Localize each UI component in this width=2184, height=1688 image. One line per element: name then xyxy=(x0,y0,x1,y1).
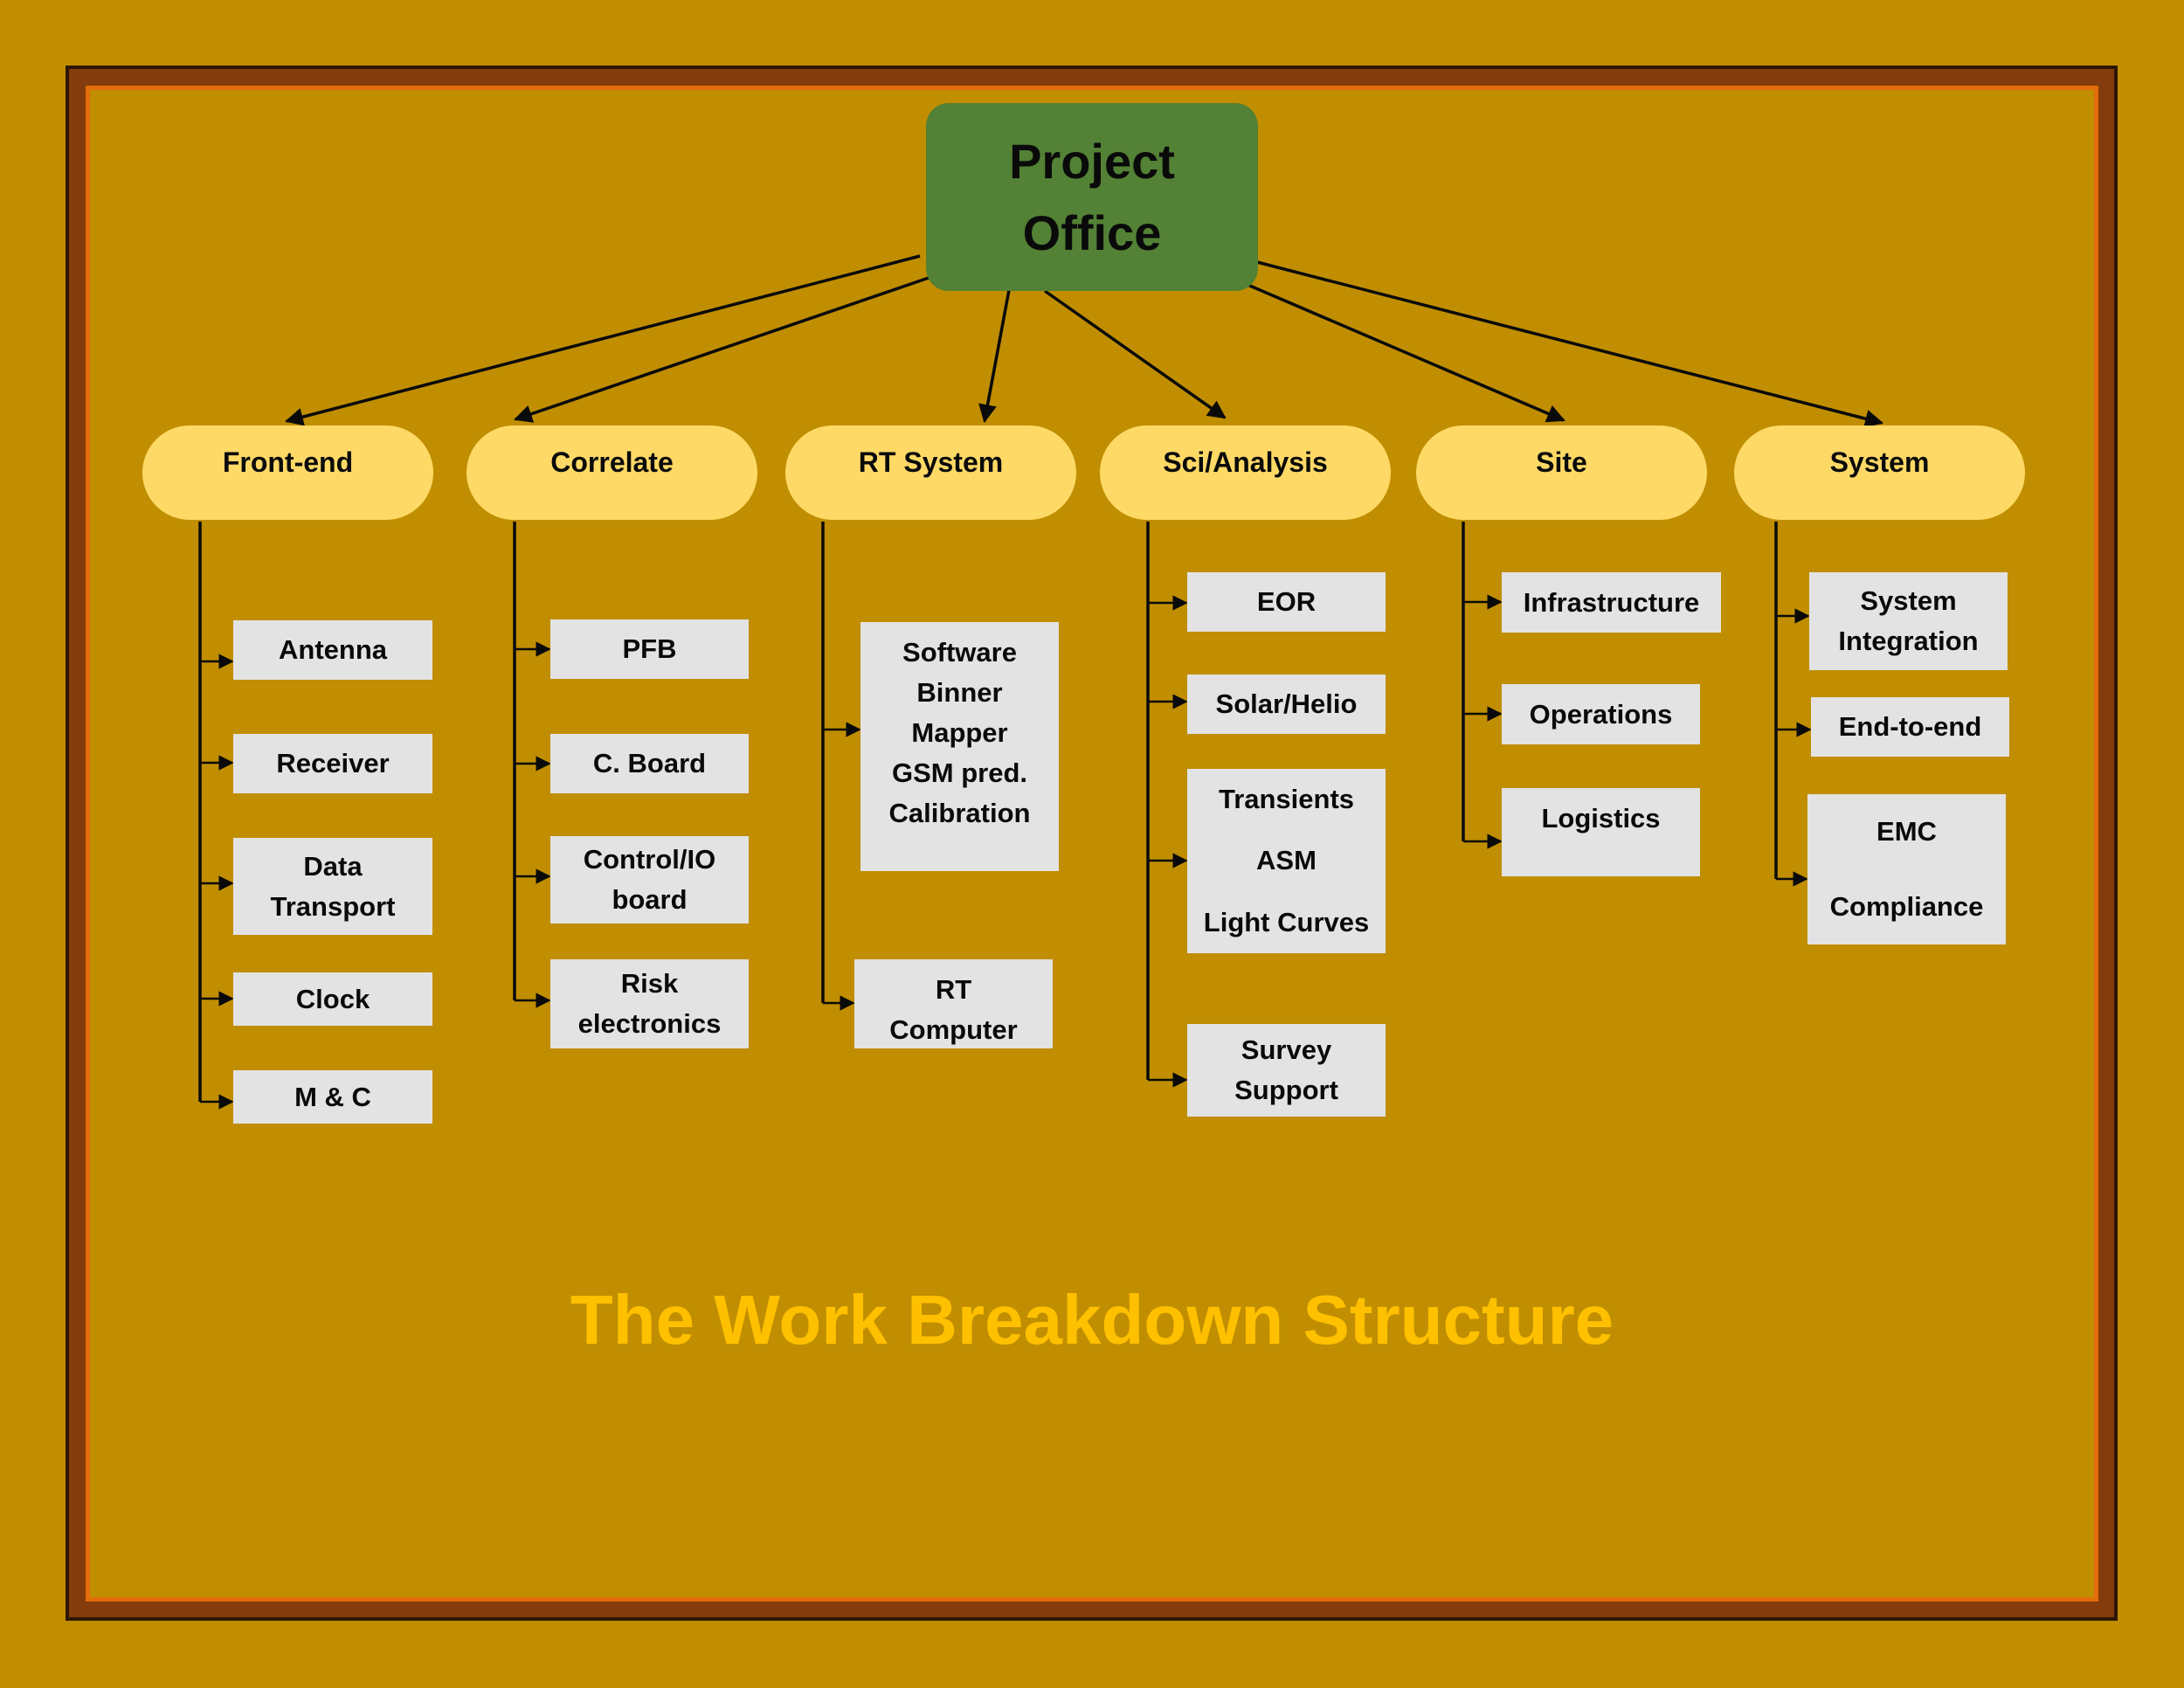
task-label: System xyxy=(1860,585,1957,616)
category-label: RT System xyxy=(858,446,1004,478)
task-label: Light Curves xyxy=(1203,906,1370,937)
task-risk-electronics[interactable]: Risk electronics xyxy=(550,959,749,1048)
task-system-integration[interactable]: System Integration xyxy=(1809,572,2008,670)
category-correlate[interactable]: Correlate xyxy=(467,425,757,520)
task-label: Transport xyxy=(270,890,396,922)
task-label: Integration xyxy=(1838,626,1979,656)
task-antenna[interactable]: Antenna xyxy=(233,620,432,680)
project-office-node[interactable]: Project Office xyxy=(926,103,1258,291)
category-label: Sci/Analysis xyxy=(1163,446,1328,478)
task-label: EMC xyxy=(1876,816,1937,847)
category-front-end[interactable]: Front-end xyxy=(142,425,433,520)
task-label: RT xyxy=(935,974,972,1005)
task-pfb[interactable]: PFB xyxy=(550,619,749,679)
task-solar-helio[interactable]: Solar/Helio xyxy=(1187,675,1386,734)
task-transients[interactable]: Transients ASM Light Curves xyxy=(1187,769,1386,953)
task-label: Software xyxy=(902,637,1017,668)
diagram-title: The Work Breakdown Structure xyxy=(570,1281,1614,1359)
category-system[interactable]: System xyxy=(1734,425,2025,520)
task-receiver[interactable]: Receiver xyxy=(233,734,432,793)
task-label: board xyxy=(612,884,688,915)
task-label: Data xyxy=(303,850,363,882)
task-label: Support xyxy=(1234,1075,1338,1105)
task-label: Control/IO xyxy=(583,844,716,875)
task-data-transport[interactable]: Data Transport xyxy=(233,838,432,935)
task-operations[interactable]: Operations xyxy=(1502,684,1700,744)
task-end-to-end[interactable]: End-to-end xyxy=(1811,697,2009,757)
task-software[interactable]: Software Binner Mapper GSM pred. Calibra… xyxy=(860,622,1059,871)
task-label: Computer xyxy=(889,1014,1018,1045)
category-label: Site xyxy=(1536,446,1587,478)
task-label: Antenna xyxy=(279,634,387,665)
task-label: EOR xyxy=(1256,586,1317,617)
project-office-label-line-2: Office xyxy=(1022,204,1162,260)
task-label: C. Board xyxy=(592,748,707,778)
task-label: Binner xyxy=(916,677,1003,708)
task-label: Risk xyxy=(620,968,679,999)
task-label: ASM xyxy=(1256,845,1317,876)
task-eor[interactable]: EOR xyxy=(1187,572,1386,632)
project-office-label-line-1: Project xyxy=(1009,133,1175,189)
task-label: electronics xyxy=(577,1008,722,1039)
task-label: GSM pred. xyxy=(891,758,1027,788)
task-c-board[interactable]: C. Board xyxy=(550,734,749,793)
task-label: End-to-end xyxy=(1838,711,1982,742)
task-label: Solar/Helio xyxy=(1215,688,1358,719)
task-rt-computer[interactable]: RT Computer xyxy=(854,959,1053,1048)
task-survey-support[interactable]: Survey Support xyxy=(1187,1024,1386,1117)
task-label: Survey xyxy=(1241,1034,1332,1065)
task-label: Operations xyxy=(1529,698,1673,730)
category-label: Front-end xyxy=(222,446,354,478)
task-label: M & C xyxy=(294,1081,371,1112)
category-label: Correlate xyxy=(550,446,674,478)
category-site[interactable]: Site xyxy=(1416,425,1707,520)
task-m-and-c[interactable]: M & C xyxy=(233,1070,432,1124)
task-label: Transients xyxy=(1218,784,1355,815)
task-label: Compliance xyxy=(1829,891,1984,922)
task-control-io-board[interactable]: Control/IO board xyxy=(550,836,749,924)
category-sci-analysis[interactable]: Sci/Analysis xyxy=(1100,425,1391,520)
task-label: Receiver xyxy=(276,748,390,778)
task-label: Mapper xyxy=(911,717,1008,748)
task-label: Calibration xyxy=(888,798,1031,828)
task-label: PFB xyxy=(622,633,677,664)
category-rt-system[interactable]: RT System xyxy=(785,425,1076,520)
category-label: System xyxy=(1829,446,1930,478)
task-logistics[interactable]: Logistics xyxy=(1502,788,1700,876)
task-emc-compliance[interactable]: EMC Compliance xyxy=(1807,794,2006,944)
task-label: Clock xyxy=(295,983,370,1014)
task-label: Logistics xyxy=(1541,803,1661,834)
task-label: Infrastructure xyxy=(1523,586,1700,618)
task-clock[interactable]: Clock xyxy=(233,972,432,1026)
task-infrastructure[interactable]: Infrastructure xyxy=(1502,572,1721,633)
